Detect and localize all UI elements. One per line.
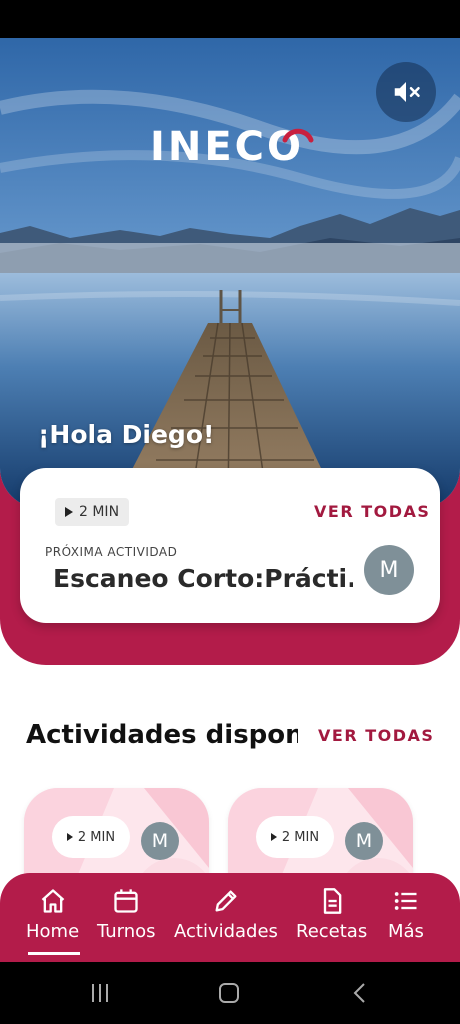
home-icon	[41, 889, 64, 913]
back-button[interactable]	[353, 983, 365, 1003]
calendar-icon	[114, 889, 138, 913]
duration-chip: 2 MIN	[55, 498, 130, 526]
nav-label: Turnos	[97, 921, 156, 942]
next-activity-title: Escaneo Corto:Prácti...	[53, 564, 353, 593]
document-icon	[323, 888, 341, 914]
active-tab-indicator	[28, 952, 80, 955]
avatar-letter: M	[355, 830, 373, 852]
bottom-navigation: Home Turnos Actividades Recetas Más	[0, 873, 460, 962]
volume-off-icon	[394, 82, 420, 102]
pencil-icon	[215, 890, 237, 912]
next-activity-label: PRÓXIMA ACTIVIDAD	[45, 545, 178, 559]
see-all-activities-link[interactable]: VER TODAS	[318, 726, 434, 745]
nav-label: Home	[26, 921, 80, 942]
duration-text: 2 MIN	[79, 504, 120, 520]
greeting-text: ¡Hola Diego!	[38, 420, 215, 449]
logo-arc-icon	[282, 128, 314, 143]
nav-item-actividades[interactable]: Actividades	[174, 885, 278, 942]
status-bar	[0, 0, 460, 38]
duration-text: 2 MIN	[77, 829, 116, 845]
nav-item-mas[interactable]: Más	[388, 885, 424, 942]
see-all-link[interactable]: VER TODAS	[314, 502, 430, 521]
avatar: M	[345, 822, 383, 860]
next-activity-card[interactable]: 2 MIN VER TODAS PRÓXIMA ACTIVIDAD Escane…	[20, 468, 440, 623]
nav-item-home[interactable]: Home	[26, 885, 79, 942]
duration-chip: 2 MIN	[256, 816, 334, 858]
avatar-letter: M	[379, 557, 399, 583]
avatar: M	[141, 822, 179, 860]
play-icon	[66, 833, 73, 841]
avatar-letter: M	[151, 830, 169, 852]
duration-text: 2 MIN	[281, 829, 320, 845]
ineco-logo: INECO	[150, 122, 320, 172]
avatar: M	[364, 545, 414, 595]
mute-button[interactable]	[376, 62, 436, 122]
nav-label: Recetas	[296, 921, 368, 942]
section-title: Actividades dispon...	[26, 720, 298, 750]
home-button[interactable]	[219, 983, 239, 1003]
play-icon	[270, 833, 277, 841]
list-icon	[394, 892, 417, 910]
nav-label: Actividades	[174, 921, 278, 942]
duration-chip: 2 MIN	[52, 816, 130, 858]
nav-item-recetas[interactable]: Recetas	[296, 885, 367, 942]
system-navigation-bar	[0, 962, 460, 1024]
nav-label: Más	[388, 921, 424, 942]
play-icon	[65, 507, 73, 517]
recent-apps-button[interactable]	[92, 984, 108, 1002]
nav-item-turnos[interactable]: Turnos	[97, 885, 156, 942]
